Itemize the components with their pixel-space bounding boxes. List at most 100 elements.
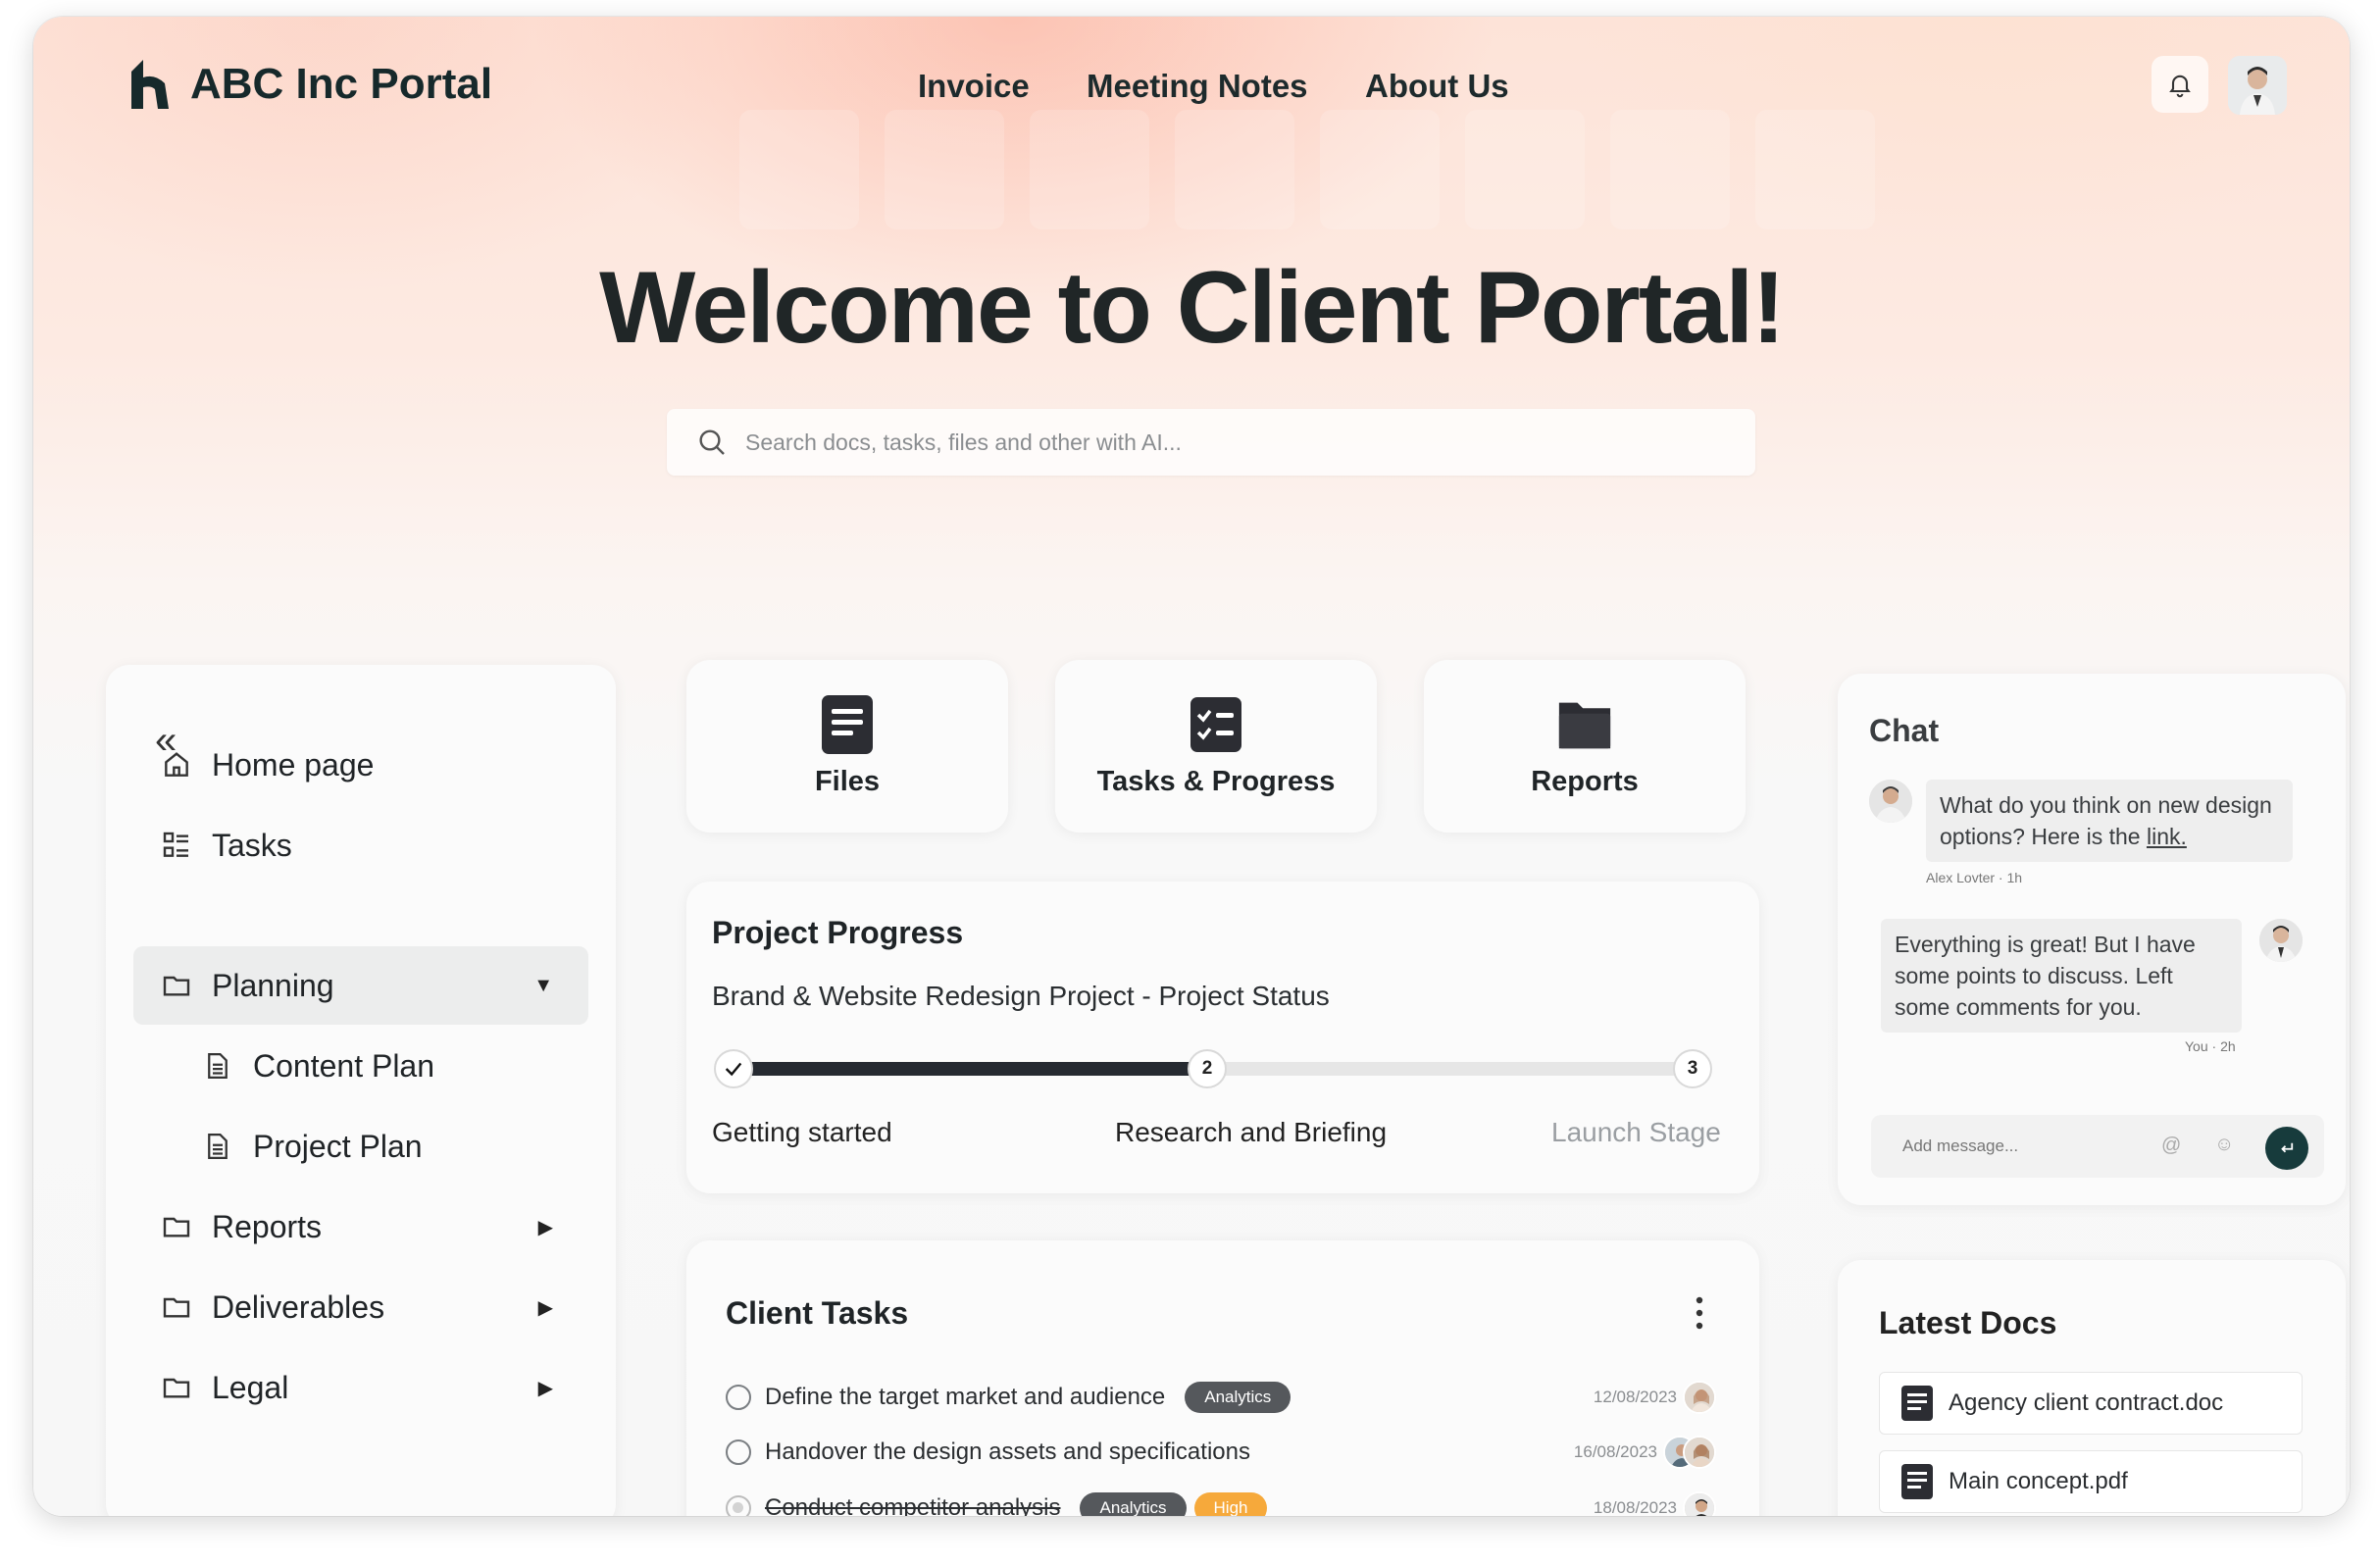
step-label: Getting started [712, 1117, 892, 1147]
task-row: Define the target market and audience An… [726, 1376, 1736, 1419]
search-icon [699, 429, 725, 455]
task-checkbox[interactable] [726, 1385, 751, 1410]
sidebar-item-planning[interactable]: Planning ▼ [133, 946, 588, 1025]
doc-item[interactable]: Main concept.pdf [1879, 1450, 2303, 1513]
home-icon [159, 747, 194, 782]
send-button[interactable] [2265, 1127, 2308, 1170]
chat-message-sent: Everything is great! But I have some poi… [1881, 919, 2242, 1033]
chat-message-input[interactable] [1902, 1136, 2148, 1156]
task-checkbox[interactable] [726, 1439, 751, 1465]
progress-fill [735, 1062, 1216, 1076]
document-icon [1901, 1386, 1933, 1421]
mention-icon[interactable]: @ [2161, 1135, 2181, 1157]
task-date: 18/08/2023 [1593, 1498, 1677, 1516]
logo-mark-icon [131, 60, 169, 109]
sidebar-item-home[interactable]: Home page [133, 726, 588, 804]
doc-name: Agency client contract.doc [1949, 1389, 2224, 1416]
sidebar-item-label: Reports [212, 1208, 323, 1244]
step-launch-stage[interactable]: 3 [1673, 1049, 1712, 1088]
sidebar-item-reports[interactable]: Reports ▶ [133, 1187, 588, 1266]
quick-link-reports[interactable]: Reports [1424, 660, 1746, 833]
document-icon [200, 1048, 235, 1084]
assignee-avatar [1683, 1436, 1716, 1469]
your-avatar [2259, 919, 2303, 962]
sidebar-item-label: Legal [212, 1369, 289, 1405]
more-options-icon[interactable] [1695, 1295, 1704, 1331]
quick-link-files[interactable]: Files [686, 660, 1008, 833]
folder-icon [159, 968, 194, 1003]
nav-invoice[interactable]: Invoice [918, 68, 1030, 105]
step-research-briefing[interactable]: 2 [1188, 1049, 1227, 1088]
step-getting-started[interactable] [714, 1049, 753, 1088]
decorative-tiles [739, 110, 2014, 242]
check-icon [725, 1062, 742, 1077]
search-input[interactable] [745, 429, 1628, 456]
quick-link-label: Reports [1531, 765, 1639, 797]
user-avatar[interactable] [2228, 56, 2287, 115]
sidebar-item-label: Deliverables [212, 1288, 385, 1325]
bell-icon [2169, 75, 2191, 98]
caret-right-icon[interactable]: ▶ [538, 1295, 553, 1320]
sidebar-item-deliverables[interactable]: Deliverables ▶ [133, 1268, 588, 1346]
notifications-button[interactable] [2152, 56, 2208, 113]
step-label: Research and Briefing [1115, 1117, 1388, 1147]
task-text: Conduct competitor analysis [765, 1494, 1061, 1516]
chat-message-meta: Alex Lovter · 1h [1926, 870, 2023, 885]
tag-analytics: Analytics [1080, 1492, 1187, 1516]
task-checkbox-done[interactable] [726, 1495, 751, 1516]
logo-text: ABC Inc Portal [190, 60, 493, 108]
caret-right-icon[interactable]: ▶ [538, 1376, 553, 1400]
nav-about-us[interactable]: About Us [1365, 68, 1509, 105]
client-tasks-card: Client Tasks Define the target market an… [686, 1240, 1759, 1516]
task-row: Conduct competitor analysis Analytics Hi… [726, 1487, 1736, 1516]
folder-icon [159, 1370, 194, 1405]
doc-item[interactable]: Agency client contract.doc [1879, 1372, 2303, 1435]
sidebar-item-label: Planning [212, 967, 334, 1003]
assignee-avatar [1683, 1491, 1716, 1516]
tasks-icon [159, 828, 194, 863]
caret-right-icon[interactable]: ▶ [538, 1215, 553, 1239]
document-icon [200, 1129, 235, 1164]
document-icon [1901, 1464, 1933, 1499]
sidebar-item-legal[interactable]: Legal ▶ [133, 1348, 588, 1427]
alex-avatar [1869, 780, 1912, 823]
sidebar-item-project-plan[interactable]: Project Plan [133, 1107, 588, 1186]
sidebar-item-label: Project Plan [253, 1128, 423, 1164]
task-date: 12/08/2023 [1593, 1388, 1677, 1406]
quick-link-label: Tasks & Progress [1096, 765, 1336, 797]
folder-icon [159, 1209, 194, 1244]
chat-message-text: What do you think on new design options?… [1940, 792, 2272, 849]
chat-message-meta: You · 2h [2185, 1038, 2236, 1054]
task-row: Handover the design assets and specifica… [726, 1431, 1736, 1474]
project-progress-title: Project Progress [712, 915, 964, 950]
doc-name: Main concept.pdf [1949, 1468, 2128, 1494]
project-progress-card: Project Progress Brand & Website Redesig… [686, 882, 1759, 1193]
sidebar-item-label: Content Plan [253, 1047, 435, 1084]
quick-link-tasks-progress[interactable]: Tasks & Progress [1055, 660, 1377, 833]
emoji-icon[interactable]: ☺ [2214, 1134, 2234, 1156]
search-bar[interactable] [667, 409, 1755, 476]
sidebar-item-tasks[interactable]: Tasks [133, 806, 588, 884]
step-label: Launch Stage [1551, 1117, 1721, 1147]
checklist-icon [1189, 695, 1243, 754]
chat-card: Chat What do you think on new design opt… [1838, 674, 2346, 1205]
folder-icon [159, 1289, 194, 1325]
nav-meeting-notes[interactable]: Meeting Notes [1087, 68, 1308, 105]
caret-down-icon[interactable]: ▼ [533, 975, 553, 997]
tag-high-priority: High [1193, 1492, 1268, 1516]
sidebar-item-content-plan[interactable]: Content Plan [133, 1027, 588, 1105]
assignee-avatar [1683, 1381, 1716, 1414]
latest-docs-card: Latest Docs Agency client contract.doc M… [1838, 1260, 2346, 1516]
chat-input-bar: @ ☺ [1871, 1115, 2324, 1178]
enter-icon [2281, 1142, 2294, 1153]
project-status-subtitle: Brand & Website Redesign Project - Proje… [712, 981, 1330, 1011]
chat-title: Chat [1869, 713, 1940, 748]
folder-icon [1557, 695, 1612, 754]
logo[interactable]: ABC Inc Portal [131, 60, 492, 109]
sidebar-item-label: Home page [212, 746, 375, 782]
task-date: 16/08/2023 [1573, 1442, 1657, 1461]
task-text: Handover the design assets and specifica… [765, 1439, 1250, 1465]
client-tasks-title: Client Tasks [726, 1295, 909, 1331]
sidebar: « Home page Tasks Planning ▼ Content Pla… [106, 665, 616, 1516]
chat-message-link[interactable]: link. [2147, 824, 2187, 849]
